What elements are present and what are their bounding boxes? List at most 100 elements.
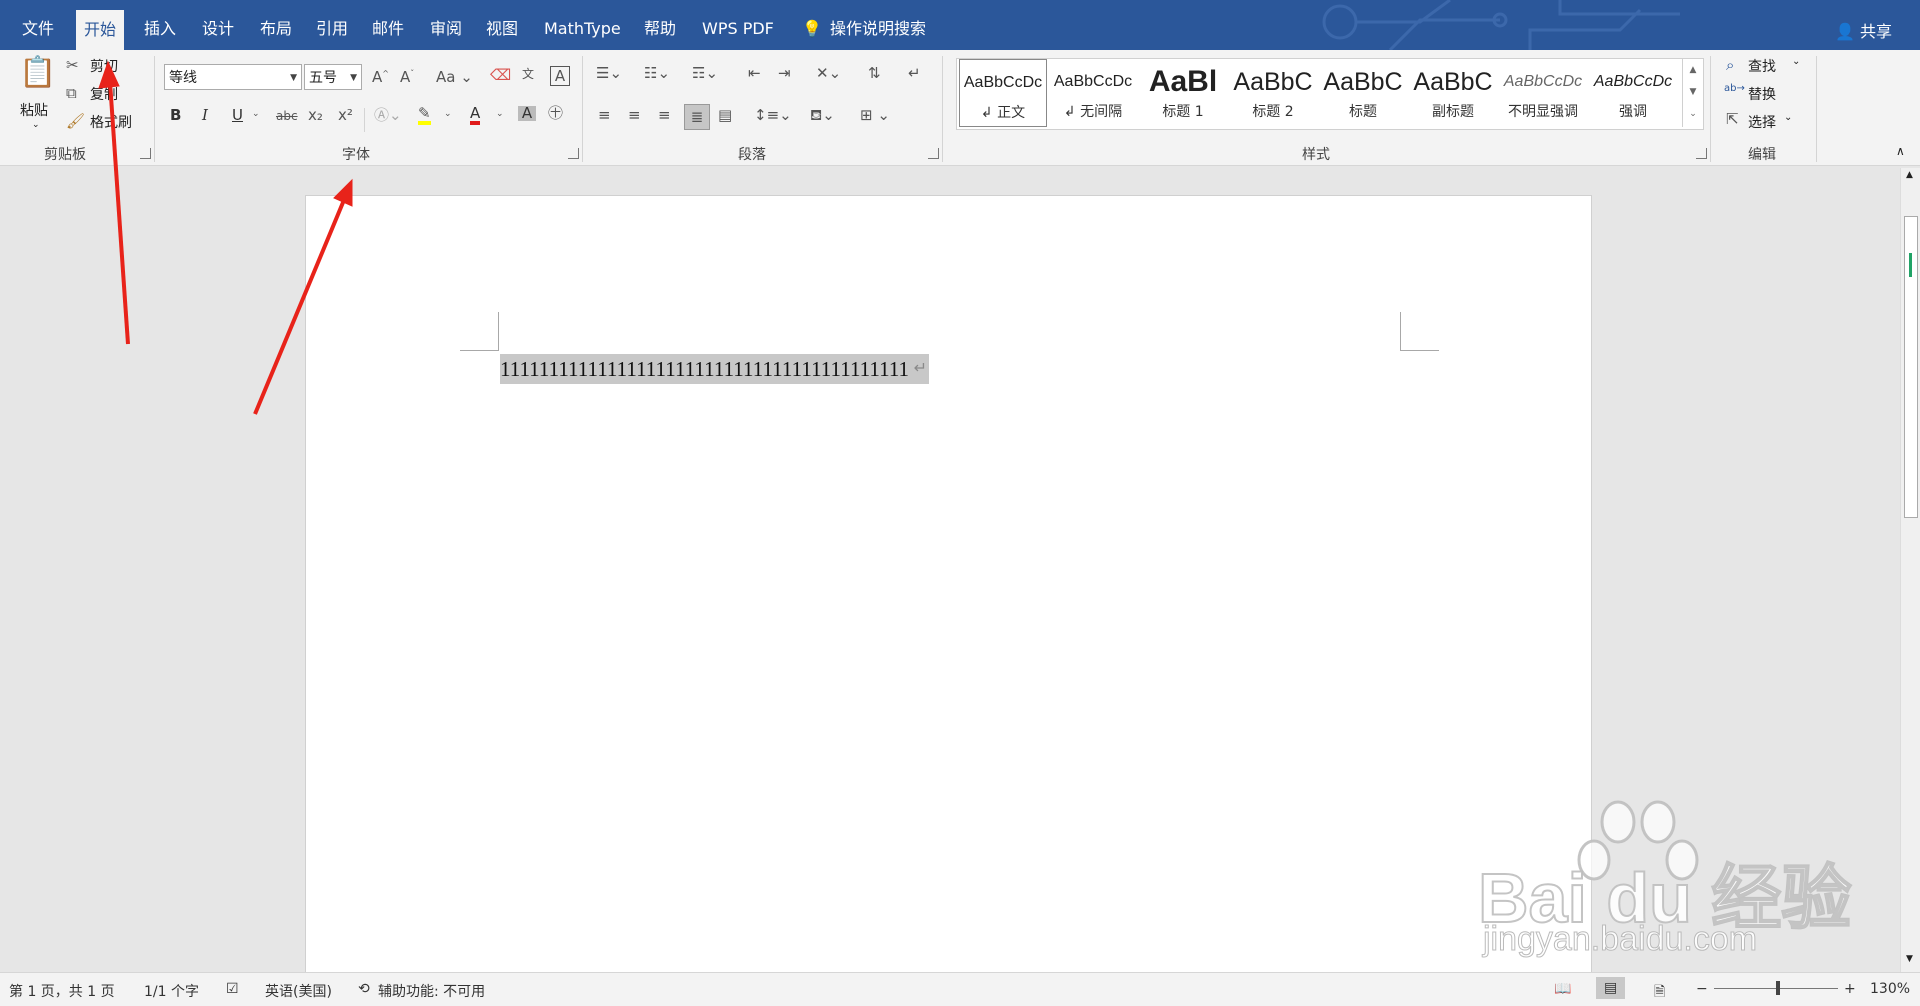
tab-help[interactable]: 帮助 <box>636 0 684 50</box>
tab-design[interactable]: 设计 <box>194 0 242 50</box>
shading-icon[interactable]: ⛾⌄ <box>810 108 835 123</box>
style-emphasis[interactable]: AaBbCcDc 强调 <box>1589 59 1677 127</box>
zoom-in-icon[interactable]: + <box>1844 981 1856 997</box>
zoom-slider-thumb[interactable] <box>1776 981 1780 995</box>
collapse-ribbon-icon[interactable]: ∧ <box>1896 144 1905 158</box>
tab-references[interactable]: 引用 <box>308 0 356 50</box>
subscript-button[interactable]: x₂ <box>308 108 323 123</box>
replace-button[interactable]: 替换 <box>1748 84 1776 104</box>
accessibility-status[interactable]: 辅助功能: 不可用 <box>378 981 485 1001</box>
read-mode-icon[interactable]: 📖 <box>1554 981 1571 997</box>
font-launcher-icon[interactable] <box>568 148 579 159</box>
language[interactable]: 英语(美国) <box>265 981 332 1001</box>
styles-launcher-icon[interactable] <box>1696 148 1707 159</box>
sort-icon[interactable]: ⇅ <box>868 66 881 81</box>
style-no-spacing[interactable]: AaBbCcDc ↲ 无间隔 <box>1049 59 1137 127</box>
ribbon-home: 📋 粘贴 ⌄ ✂ 剪切 ⧉ 复制 🖌 格式刷 剪贴板 等线 ▼ 五号 ▼ A^ Aˇ… <box>0 50 1920 166</box>
style-title[interactable]: AaBbC 标题 <box>1319 59 1407 127</box>
shrink-font-icon[interactable]: Aˇ <box>400 70 414 85</box>
grow-font-icon[interactable]: A^ <box>372 70 389 85</box>
tab-mailings[interactable]: 邮件 <box>364 0 412 50</box>
clipboard-launcher-icon[interactable] <box>140 148 151 159</box>
clear-formatting-icon[interactable]: ⌫ <box>490 68 511 83</box>
chinese-layout-icon[interactable]: ✕⌄ <box>816 66 841 81</box>
chevron-down-icon[interactable]: ⌄ <box>496 110 504 119</box>
highlight-icon[interactable]: ✎ <box>418 106 431 125</box>
tab-file[interactable]: 文件 <box>14 0 62 50</box>
tab-review[interactable]: 审阅 <box>422 0 470 50</box>
show-marks-icon[interactable]: ↵ <box>908 66 921 81</box>
character-border-icon[interactable]: A <box>550 66 570 86</box>
distributed-icon[interactable]: ▤ <box>718 108 732 123</box>
zoom-level[interactable]: 130% <box>1870 981 1910 997</box>
tab-wps-pdf[interactable]: WPS PDF <box>694 0 782 50</box>
style-name: 标题 2 <box>1252 104 1294 120</box>
multilevel-list-icon[interactable]: ☶⌄ <box>692 66 718 81</box>
tab-layout[interactable]: 布局 <box>252 0 300 50</box>
align-left-icon[interactable]: ≡ <box>598 108 611 123</box>
phonetic-guide-icon[interactable]: 文 <box>522 68 534 80</box>
change-case-icon[interactable]: Aa ⌄ <box>436 70 473 85</box>
paste-button[interactable]: 粘贴 <box>20 100 48 120</box>
style-name: 标题 1 <box>1162 104 1204 120</box>
style-preview: AaBbC <box>1413 68 1493 96</box>
cut-button[interactable]: 剪切 <box>90 56 118 76</box>
font-size-combo[interactable]: 五号 ▼ <box>304 64 362 90</box>
chevron-down-icon[interactable]: ⌄ <box>1784 112 1792 123</box>
decrease-indent-icon[interactable]: ⇤ <box>748 66 761 81</box>
tab-insert[interactable]: 插入 <box>136 0 184 50</box>
style-normal[interactable]: AaBbCcDc ↲ 正文 <box>959 59 1047 127</box>
find-button[interactable]: 查找 <box>1748 56 1776 76</box>
format-painter-button[interactable]: 格式刷 <box>90 112 132 132</box>
chevron-down-icon[interactable]: ⌄ <box>444 110 452 119</box>
copy-icon: ⧉ <box>66 84 77 102</box>
paragraph-mark-icon: ↵ <box>913 360 928 377</box>
vertical-scrollbar[interactable]: ▲ ▼ <box>1900 168 1920 972</box>
align-center-icon[interactable]: ≡ <box>628 108 641 123</box>
strikethrough-button[interactable]: abc <box>276 110 298 122</box>
paragraph-launcher-icon[interactable] <box>928 148 939 159</box>
style-heading-1[interactable]: AaBl 标题 1 <box>1139 59 1227 127</box>
style-heading-2[interactable]: AaBbC 标题 2 <box>1229 59 1317 127</box>
font-color-button[interactable]: A <box>470 106 481 125</box>
selected-text-line[interactable]: 1111111111111111111111111111111111111111… <box>500 354 930 384</box>
paste-dropdown-icon[interactable]: ⌄ <box>32 120 40 130</box>
bold-button[interactable]: B <box>170 108 181 123</box>
character-shading-button[interactable]: A <box>518 106 536 121</box>
font-name-combo[interactable]: 等线 ▼ <box>164 64 302 90</box>
print-layout-icon[interactable]: ▤ <box>1596 977 1626 999</box>
gallery-scroll[interactable]: ▲ ▼ ⌄ <box>1682 59 1703 127</box>
proofing-icon[interactable]: ☑ <box>226 981 239 997</box>
chevron-down-icon[interactable]: ⌄ <box>252 110 260 119</box>
chevron-down-icon[interactable]: ⌄ <box>1792 56 1800 67</box>
style-subtle-emphasis[interactable]: AaBbCcDc 不明显强调 <box>1499 59 1587 127</box>
paste-icon[interactable]: 📋 <box>18 58 58 94</box>
select-button[interactable]: 选择 <box>1748 112 1776 132</box>
word-count[interactable]: 1/1 个字 <box>144 981 199 1001</box>
justify-icon[interactable]: ≣ <box>684 104 710 130</box>
tab-view[interactable]: 视图 <box>478 0 526 50</box>
tab-mathtype[interactable]: MathType <box>536 0 629 50</box>
scroll-up-icon[interactable]: ▲ <box>1906 170 1913 180</box>
superscript-button[interactable]: x² <box>338 108 353 123</box>
web-layout-icon[interactable]: 🗎 <box>1654 981 1665 1005</box>
increase-indent-icon[interactable]: ⇥ <box>778 66 791 81</box>
underline-button[interactable]: U <box>232 108 243 123</box>
font-size-value: 五号 <box>309 70 337 86</box>
text-effects-icon[interactable]: Ⓐ⌄ <box>374 108 402 123</box>
borders-icon[interactable]: ⊞ ⌄ <box>860 108 890 123</box>
zoom-out-icon[interactable]: − <box>1696 981 1708 997</box>
enclose-characters-icon[interactable]: ㊉ <box>548 106 563 121</box>
share-button[interactable]: 👤 共享 <box>1835 18 1892 42</box>
align-right-icon[interactable]: ≡ <box>658 108 671 123</box>
numbering-icon[interactable]: ☷⌄ <box>644 66 670 81</box>
bullets-icon[interactable]: ☰⌄ <box>596 66 622 81</box>
style-subtitle[interactable]: AaBbC 副标题 <box>1409 59 1497 127</box>
scroll-thumb[interactable] <box>1904 216 1918 518</box>
tell-me-search[interactable]: 操作说明搜索 <box>822 0 934 50</box>
italic-button[interactable]: I <box>202 108 208 123</box>
copy-button[interactable]: 复制 <box>90 84 118 104</box>
scroll-down-icon[interactable]: ▼ <box>1906 954 1913 964</box>
line-spacing-icon[interactable]: ↕≡⌄ <box>754 108 792 123</box>
page-count[interactable]: 第 1 页，共 1 页 <box>9 981 115 1001</box>
